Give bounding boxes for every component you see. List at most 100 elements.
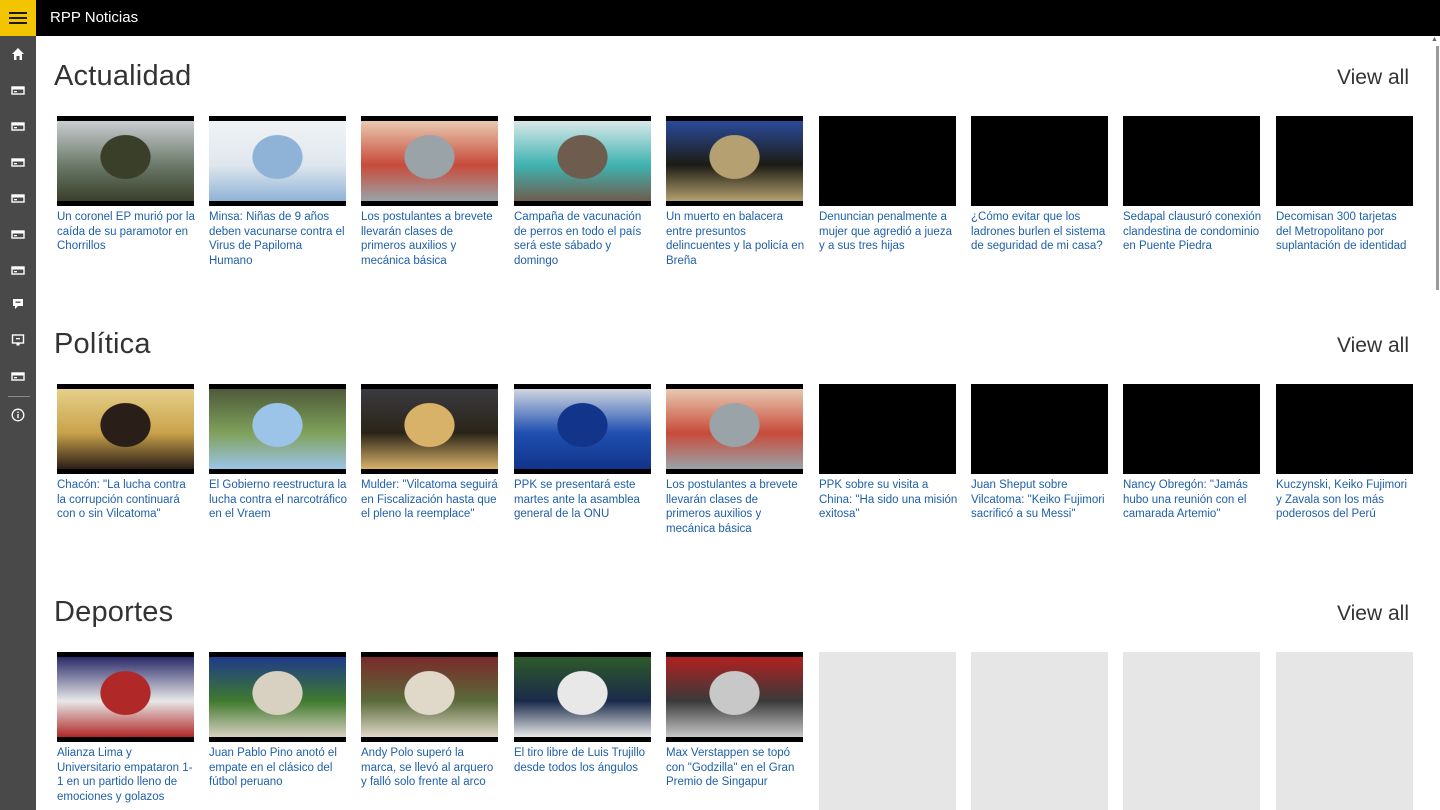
news-icon[interactable] <box>0 216 36 252</box>
news-card[interactable]: Sedapal clausuró conexión clandestina de… <box>1123 116 1262 286</box>
loading-placeholder[interactable] <box>1276 652 1413 810</box>
news-card[interactable]: Decomisan 300 tarjetas del Metropolitano… <box>1276 116 1413 286</box>
news-card[interactable]: ¿Cómo evitar que los ladrones burlen el … <box>971 116 1108 286</box>
news-card[interactable]: Alianza Lima y Universitario empataron 1… <box>57 652 194 810</box>
news-thumbnail[interactable] <box>819 116 956 206</box>
news-headline[interactable]: ¿Cómo evitar que los ladrones burlen el … <box>971 210 1110 254</box>
news-headline[interactable]: Los postulantes a brevete llevarán clase… <box>666 478 805 536</box>
news-thumbnail[interactable] <box>971 116 1108 206</box>
news-thumbnail[interactable] <box>57 116 194 206</box>
news-card[interactable] <box>1276 652 1413 810</box>
loading-placeholder[interactable] <box>971 652 1108 810</box>
news-thumbnail[interactable] <box>514 652 651 742</box>
chat-icon[interactable] <box>0 286 36 322</box>
news-icon[interactable] <box>0 108 36 144</box>
news-card[interactable]: Andy Polo superó la marca, se llevó al a… <box>361 652 498 810</box>
news-card[interactable]: Kuczynski, Keiko Fujimori y Zavala son l… <box>1276 384 1413 554</box>
loading-placeholder[interactable] <box>819 652 956 810</box>
news-card[interactable]: Denuncian penalmente a mujer que agredió… <box>819 116 956 286</box>
news-headline[interactable]: Denuncian penalmente a mujer que agredió… <box>819 210 958 254</box>
news-card[interactable]: PPK se presentará este martes ante la as… <box>514 384 651 554</box>
news-headline[interactable]: Nancy Obregón: "Jamás hubo una reunión c… <box>1123 478 1262 522</box>
news-card[interactable]: Max Verstappen se topó con "Godzilla" en… <box>666 652 803 810</box>
news-thumbnail[interactable] <box>666 116 803 206</box>
news-card[interactable]: Nancy Obregón: "Jamás hubo una reunión c… <box>1123 384 1260 554</box>
news-thumbnail[interactable] <box>1276 384 1413 474</box>
news-icon[interactable] <box>0 144 36 180</box>
news-headline[interactable]: El tiro libre de Luis Trujillo desde tod… <box>514 746 653 775</box>
section-title[interactable]: Actualidad <box>54 60 191 93</box>
news-icon[interactable] <box>0 252 36 288</box>
vertical-scrollbar[interactable]: ▲ <box>1428 36 1440 810</box>
news-thumbnail[interactable] <box>1276 116 1413 206</box>
news-card[interactable] <box>1123 652 1260 810</box>
news-thumbnail[interactable] <box>361 384 498 474</box>
scrollbar-thumb[interactable] <box>1436 46 1439 290</box>
news-headline[interactable]: Un coronel EP murió por la caída de su p… <box>57 210 196 254</box>
section-title[interactable]: Política <box>54 328 151 361</box>
news-thumbnail[interactable] <box>971 384 1108 474</box>
monitor-icon[interactable] <box>0 322 36 358</box>
view-all-link[interactable]: View all <box>1337 602 1409 626</box>
news-thumbnail[interactable] <box>1123 384 1260 474</box>
news-headline[interactable]: Andy Polo superó la marca, se llevó al a… <box>361 746 500 790</box>
news-headline[interactable]: Los postulantes a brevete llevarán clase… <box>361 210 500 268</box>
news-headline[interactable]: Max Verstappen se topó con "Godzilla" en… <box>666 746 805 790</box>
news-headline[interactable]: Juan Sheput sobre Vilcatoma: "Keiko Fuji… <box>971 478 1110 522</box>
news-headline[interactable]: PPK se presentará este martes ante la as… <box>514 478 653 522</box>
scroll-up-arrow-icon[interactable]: ▲ <box>1431 36 1438 43</box>
news-card[interactable]: Mulder: "Vilcatoma seguirá en Fiscalizac… <box>361 384 498 554</box>
news-headline[interactable]: Mulder: "Vilcatoma seguirá en Fiscalizac… <box>361 478 500 522</box>
news-card[interactable]: Campaña de vacunación de perros en todo … <box>514 116 651 286</box>
news-headline[interactable]: Chacón: "La lucha contra la corrupción c… <box>57 478 196 522</box>
news-thumbnail[interactable] <box>514 116 651 206</box>
news-headline[interactable]: Kuczynski, Keiko Fujimori y Zavala son l… <box>1276 478 1415 522</box>
news-icon[interactable] <box>0 358 36 394</box>
news-thumbnail[interactable] <box>514 384 651 474</box>
news-thumbnail[interactable] <box>361 652 498 742</box>
news-headline[interactable]: El Gobierno reestructura la lucha contra… <box>209 478 348 522</box>
hamburger-menu-button[interactable] <box>0 0 36 36</box>
news-thumbnail[interactable] <box>57 384 194 474</box>
news-thumbnail[interactable] <box>209 384 346 474</box>
news-headline[interactable]: Decomisan 300 tarjetas del Metropolitano… <box>1276 210 1415 254</box>
news-card[interactable] <box>819 652 956 810</box>
news-icon[interactable] <box>0 180 36 216</box>
news-card[interactable]: Juan Pablo Pino anotó el empate en el cl… <box>209 652 346 810</box>
news-thumbnail[interactable] <box>666 384 803 474</box>
news-headline[interactable]: Campaña de vacunación de perros en todo … <box>514 210 653 268</box>
news-card[interactable]: Los postulantes a brevete llevarán clase… <box>361 116 498 286</box>
news-card[interactable]: El tiro libre de Luis Trujillo desde tod… <box>514 652 651 810</box>
news-thumbnail[interactable] <box>819 384 956 474</box>
news-thumbnail[interactable] <box>666 652 803 742</box>
loading-placeholder[interactable] <box>1123 652 1260 810</box>
news-headline[interactable]: Sedapal clausuró conexión clandestina de… <box>1123 210 1262 254</box>
news-card[interactable]: Un muerto en balacera entre presuntos de… <box>666 116 805 286</box>
news-card[interactable]: Un coronel EP murió por la caída de su p… <box>57 116 196 286</box>
news-card[interactable]: Chacón: "La lucha contra la corrupción c… <box>57 384 194 554</box>
news-headline[interactable]: Juan Pablo Pino anotó el empate en el cl… <box>209 746 348 790</box>
news-thumbnail[interactable] <box>361 116 498 206</box>
news-photo <box>361 657 498 737</box>
news-thumbnail[interactable] <box>209 116 346 206</box>
news-card[interactable]: El Gobierno reestructura la lucha contra… <box>209 384 348 554</box>
news-headline[interactable]: Un muerto en balacera entre presuntos de… <box>666 210 805 268</box>
news-headline[interactable]: Alianza Lima y Universitario empataron 1… <box>57 746 196 804</box>
news-card[interactable] <box>971 652 1108 810</box>
news-card[interactable]: Los postulantes a brevete llevarán clase… <box>666 384 803 554</box>
news-headline[interactable]: Minsa: Niñas de 9 años deben vacunarse c… <box>209 210 348 268</box>
hamburger-icon-line <box>9 22 27 24</box>
news-card[interactable]: Minsa: Niñas de 9 años deben vacunarse c… <box>209 116 346 286</box>
news-thumbnail[interactable] <box>209 652 346 742</box>
news-headline[interactable]: PPK sobre su visita a China: "Ha sido un… <box>819 478 958 522</box>
home-icon[interactable] <box>0 36 36 72</box>
news-thumbnail[interactable] <box>1123 116 1260 206</box>
news-card[interactable]: Juan Sheput sobre Vilcatoma: "Keiko Fuji… <box>971 384 1108 554</box>
info-icon[interactable] <box>0 397 36 433</box>
section-title[interactable]: Deportes <box>54 596 173 629</box>
view-all-link[interactable]: View all <box>1337 66 1409 90</box>
news-card[interactable]: PPK sobre su visita a China: "Ha sido un… <box>819 384 958 554</box>
view-all-link[interactable]: View all <box>1337 334 1409 358</box>
news-icon[interactable] <box>0 72 36 108</box>
news-thumbnail[interactable] <box>57 652 194 742</box>
